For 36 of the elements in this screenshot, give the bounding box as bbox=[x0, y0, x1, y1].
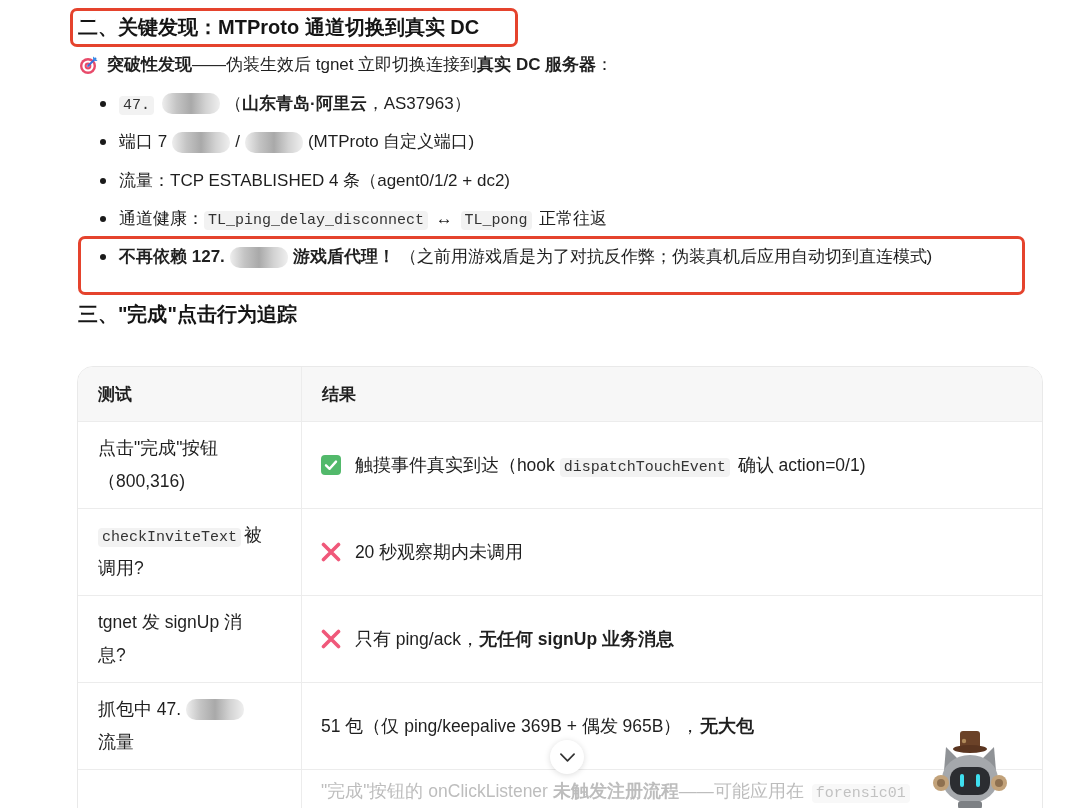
cell-text: 流量 bbox=[98, 731, 134, 754]
cell-text: 触摸事件真实到达（hook dispatchTouchEvent 确认 action=0/1) bbox=[354, 454, 866, 475]
cell-text: tgnet 发 signUp 消息? bbox=[98, 611, 243, 667]
section-heading: 二、关键发现：MTProto 通道切换到真实 DC bbox=[78, 15, 480, 40]
cell-text: checkInviteText 被调用? bbox=[98, 524, 264, 580]
list-item-text: 流量：TCP ESTABLISHED 4 条（agent0/1/2 + dc2) bbox=[119, 169, 510, 192]
list-item-text: 游戏盾代理！ （之前用游戏盾是为了对抗反作弊；伪装真机后应用自动切到直连模式) bbox=[292, 246, 933, 268]
column-header: 测试 bbox=[78, 367, 302, 422]
blurred-redaction bbox=[186, 699, 245, 720]
bullet-icon bbox=[100, 139, 106, 145]
bullet-icon bbox=[100, 177, 106, 184]
blurred-redaction bbox=[244, 131, 303, 153]
list-item-text: / bbox=[235, 131, 240, 153]
bullet-icon bbox=[100, 216, 106, 222]
blurred-redaction bbox=[172, 131, 231, 153]
target-icon bbox=[80, 56, 98, 74]
list-item-text: 端口 7 bbox=[119, 131, 168, 153]
robot-cat-icon[interactable] bbox=[930, 731, 1010, 808]
blurred-redaction bbox=[229, 246, 288, 268]
blurred-redaction bbox=[162, 93, 220, 114]
cell-text: 20 秒观察期内未调用 bbox=[354, 541, 524, 562]
list-item-text: （山东青岛·阿里云，AS37963） bbox=[225, 92, 471, 115]
cell-text: 抓包中 47. bbox=[98, 698, 182, 721]
cell-text: 51 包（仅 ping/keepalive 369B + 偶发 965B），无大包 bbox=[321, 715, 754, 736]
scroll-down-button[interactable] bbox=[550, 740, 584, 774]
bullet-icon bbox=[100, 254, 106, 260]
list-item-text: 通道健康： TL_ping_delay_disconnect ↔ TL_pong 正常往返 bbox=[119, 208, 608, 232]
section-heading: 三、"完成"点击行为追踪 bbox=[78, 302, 297, 327]
cell-text: 点击"完成"按钮（800,316) bbox=[98, 437, 220, 493]
bullet-icon bbox=[100, 100, 106, 107]
chevron-down-icon bbox=[559, 752, 575, 762]
list-item-text: (MTProto 自定义端口) bbox=[307, 131, 475, 153]
column-header: 结果 bbox=[302, 367, 1042, 422]
lead-text: 突破性发现——伪装生效后 tgnet 立即切换连接到真实 DC 服务器： bbox=[107, 54, 614, 76]
list-item-text: 不再依赖 127. bbox=[119, 246, 225, 268]
cell-text: 只有 ping/ack，无任何 signUp 业务消息 bbox=[354, 628, 674, 649]
